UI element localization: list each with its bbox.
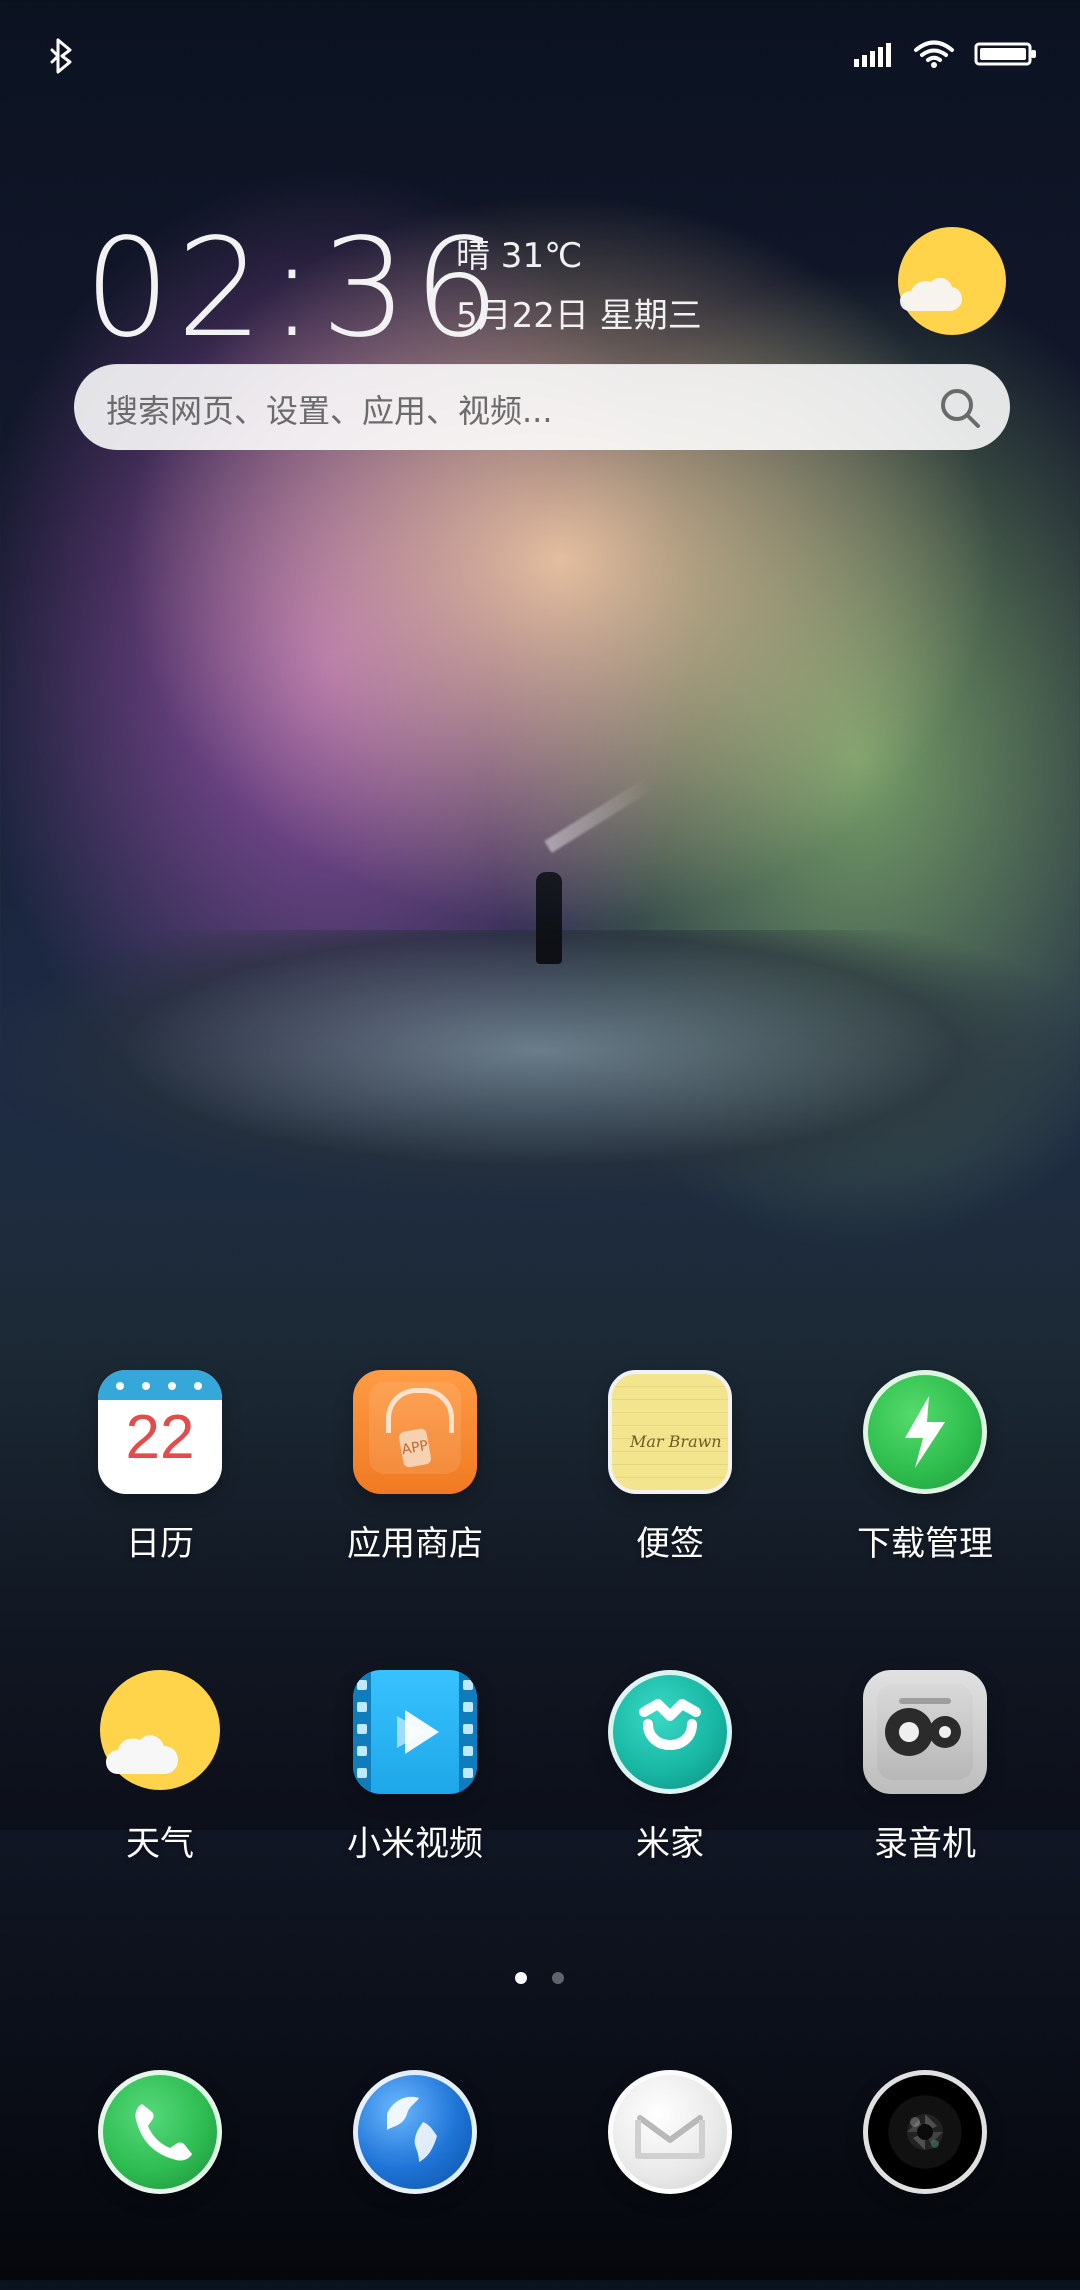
dock-camera[interactable] — [825, 2070, 1025, 2290]
app-downloads[interactable]: 下载管理 — [825, 1370, 1025, 1590]
app-calendar[interactable]: 22 日历 — [60, 1370, 260, 1590]
app-label: 米家 — [636, 1824, 704, 1864]
dock-browser[interactable] — [315, 2070, 515, 2290]
calendar-day: 22 — [125, 1403, 195, 1472]
app-store-tag: APP — [398, 1427, 432, 1469]
shopping-bag-icon: APP — [353, 1370, 477, 1494]
dock-phone[interactable] — [60, 2070, 260, 2290]
app-app-store[interactable]: APP 应用商店 — [315, 1370, 515, 1590]
wallpaper-person — [536, 872, 562, 964]
app-label: 下载管理 — [857, 1524, 993, 1564]
app-recorder[interactable]: 录音机 — [825, 1670, 1025, 1890]
page-indicator — [0, 1962, 1080, 1992]
clock-weather-widget[interactable]: 02:36 晴 31℃ 5月22日 星期三 — [84, 210, 1004, 380]
app-mi-home[interactable]: 米家 — [570, 1670, 770, 1890]
app-label: 便签 — [636, 1524, 704, 1564]
search-placeholder: 搜索网页、设置、应用、视频... — [106, 392, 553, 430]
video-play-icon — [353, 1670, 477, 1794]
recorder-icon — [863, 1670, 987, 1794]
bluetooth-icon — [48, 34, 78, 74]
flashlight-beam — [544, 777, 654, 853]
search-bar[interactable]: 搜索网页、设置、应用、视频... — [74, 364, 1010, 450]
app-grid: 22 日历 APP 应用商店 Mar Brawn 便签 下载管理 天气 小米视频… — [0, 1370, 1080, 1890]
wifi-icon — [912, 38, 956, 74]
search-icon[interactable] — [934, 382, 988, 436]
app-mi-video[interactable]: 小米视频 — [315, 1670, 515, 1890]
mi-home-icon — [608, 1670, 732, 1794]
mail-icon — [608, 2070, 732, 2194]
globe-icon — [353, 2070, 477, 2194]
time-text: 02:36 — [84, 210, 506, 368]
lightning-icon — [863, 1370, 987, 1494]
weather-sun-icon[interactable] — [890, 225, 1010, 345]
page-dot[interactable] — [552, 1972, 564, 1984]
date-text: 5月22日 星期三 — [456, 296, 702, 336]
signal-bars-icon — [852, 39, 894, 73]
weather-sun-icon — [98, 1670, 222, 1794]
weather-summary: 晴 31℃ — [456, 236, 583, 276]
notes-signature: Mar Brawn — [630, 1432, 722, 1451]
app-label: 应用商店 — [347, 1524, 483, 1564]
app-weather[interactable]: 天气 — [60, 1670, 260, 1890]
app-label: 录音机 — [874, 1824, 976, 1864]
battery-icon — [974, 38, 1038, 74]
app-notes[interactable]: Mar Brawn 便签 — [570, 1370, 770, 1590]
phone-icon — [98, 2070, 222, 2194]
page-dot-active[interactable] — [515, 1972, 527, 1984]
calendar-icon: 22 — [98, 1370, 222, 1494]
status-bar — [0, 0, 1080, 120]
app-label: 天气 — [126, 1824, 194, 1864]
dock-mail[interactable] — [570, 2070, 770, 2290]
app-label: 日历 — [126, 1524, 194, 1564]
status-icons — [852, 38, 1038, 74]
dock — [0, 2060, 1080, 2230]
app-label: 小米视频 — [347, 1824, 483, 1864]
notepad-icon: Mar Brawn — [608, 1370, 732, 1494]
camera-lens-icon — [863, 2070, 987, 2194]
